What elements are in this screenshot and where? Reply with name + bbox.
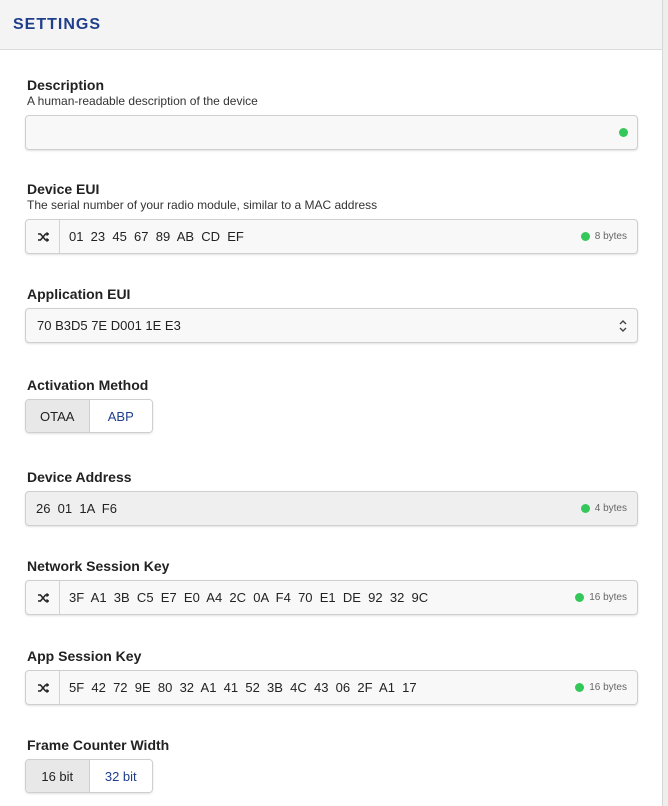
16-bit-option[interactable]: 16 bit [26, 760, 90, 792]
settings-header: SETTINGS [0, 0, 662, 50]
device-eui-label: Device EUI [27, 181, 100, 197]
device-address-input[interactable]: 26 01 1A F6 4 bytes [25, 491, 638, 526]
network-session-key-value: 3F A1 3B C5 E7 E0 A4 2C 0A F4 70 E1 DE 9… [69, 590, 429, 605]
application-eui-value: 70 B3D5 7E D001 1E E3 [37, 318, 181, 333]
device-eui-value: 01 23 45 67 89 AB CD EF [69, 229, 244, 244]
page-title: SETTINGS [13, 16, 102, 33]
description-input[interactable] [25, 115, 638, 150]
valid-indicator-icon [580, 232, 590, 241]
byte-count: 8 bytes [580, 231, 627, 242]
device-address-label: Device Address [27, 469, 132, 485]
scrollbar[interactable] [662, 0, 668, 806]
application-eui-select[interactable]: 70 B3D5 7E D001 1E E3 [25, 308, 638, 343]
frame-counter-width-toggle[interactable]: 16 bit 32 bit [25, 759, 153, 793]
description-help: A human-readable description of the devi… [27, 94, 258, 108]
valid-indicator-icon [619, 128, 628, 137]
network-session-key-label: Network Session Key [27, 558, 170, 574]
abp-option[interactable]: ABP [89, 400, 152, 432]
frame-counter-width-label: Frame Counter Width [27, 737, 170, 753]
description-label: Description [27, 77, 105, 93]
device-address-value: 26 01 1A F6 [36, 501, 117, 516]
shuffle-icon[interactable] [26, 581, 60, 614]
shuffle-icon[interactable] [26, 671, 60, 704]
byte-count: 4 bytes [580, 503, 627, 514]
activation-method-label: Activation Method [27, 377, 149, 393]
app-session-key-input[interactable]: 5F 42 72 9E 80 32 A1 41 52 3B 4C 43 06 2… [25, 670, 638, 705]
32-bit-option[interactable]: 32 bit [89, 760, 152, 792]
select-arrows-icon [619, 320, 627, 332]
app-session-key-value: 5F 42 72 9E 80 32 A1 41 52 3B 4C 43 06 2… [69, 680, 417, 695]
app-session-key-label: App Session Key [27, 648, 142, 664]
valid-indicator-icon [580, 504, 590, 513]
device-eui-input[interactable]: 01 23 45 67 89 AB CD EF 8 bytes [25, 219, 638, 254]
activation-method-toggle[interactable]: OTAA ABP [25, 399, 153, 433]
byte-count: 16 bytes [575, 592, 627, 603]
application-eui-label: Application EUI [27, 286, 131, 302]
byte-count: 16 bytes [575, 682, 627, 693]
shuffle-icon[interactable] [26, 220, 60, 253]
otaa-option[interactable]: OTAA [26, 400, 90, 432]
network-session-key-input[interactable]: 3F A1 3B C5 E7 E0 A4 2C 0A F4 70 E1 DE 9… [25, 580, 638, 615]
device-eui-help: The serial number of your radio module, … [27, 198, 378, 212]
valid-indicator-icon [575, 683, 585, 692]
valid-indicator-icon [575, 593, 585, 602]
